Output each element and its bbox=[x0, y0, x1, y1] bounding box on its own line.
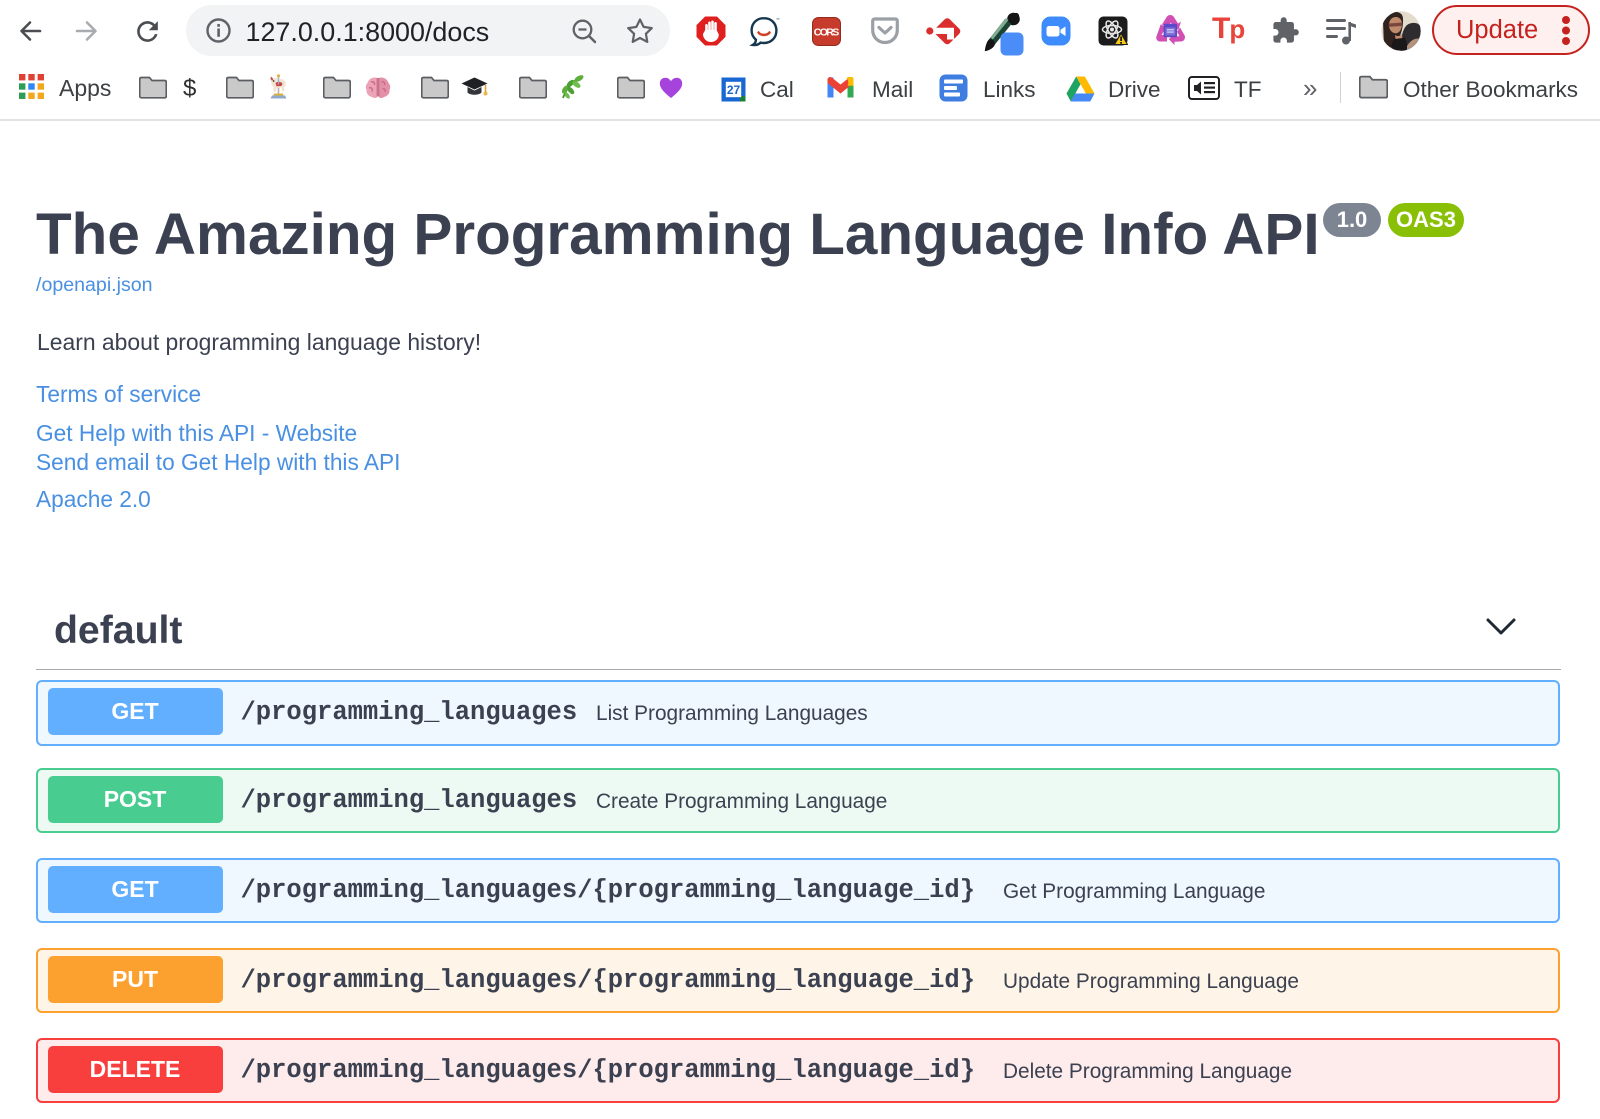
svg-text:CORS: CORS bbox=[814, 27, 840, 39]
svg-text:27: 27 bbox=[727, 83, 741, 97]
